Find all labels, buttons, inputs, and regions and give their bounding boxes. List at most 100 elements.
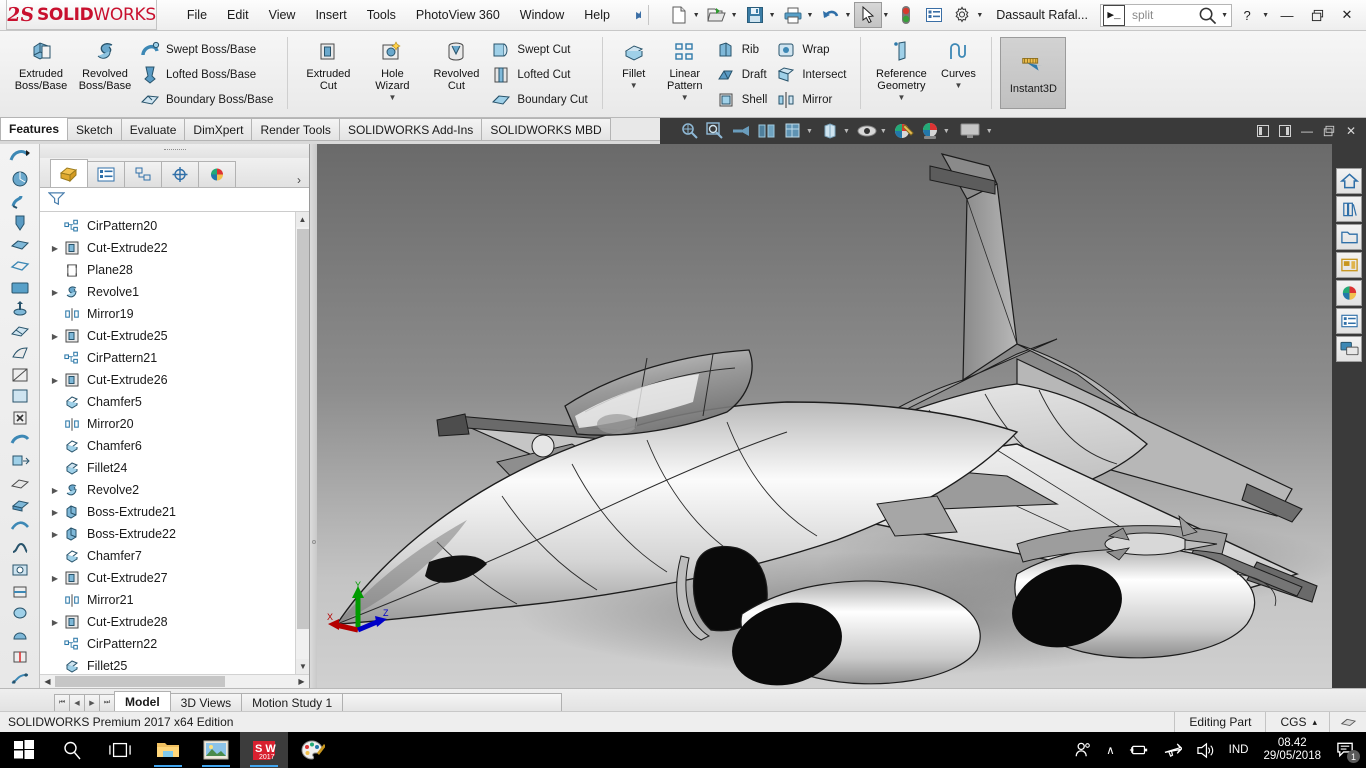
expand-arrow-icon[interactable]: ▶ — [48, 244, 62, 253]
action-center-icon[interactable]: 1 — [1329, 732, 1362, 768]
menu-photoview360[interactable]: PhotoView 360 — [406, 4, 510, 26]
untrim-surface-icon[interactable] — [5, 387, 35, 406]
reference-geometry-button[interactable]: ReferenceGeometry ▼ — [869, 35, 933, 102]
intersect-button[interactable]: Intersect — [773, 62, 852, 87]
tree-item[interactable]: ▶Cut-Extrude25 — [40, 325, 309, 347]
display-manager-tab[interactable] — [198, 161, 236, 187]
tab-motion-study-1[interactable]: Motion Study 1 — [241, 693, 343, 712]
expand-arrow-icon[interactable]: ▶ — [48, 574, 62, 583]
revolved-cut-button[interactable]: RevolvedCut — [424, 35, 488, 92]
indent-icon[interactable] — [5, 561, 35, 580]
first-tab-button[interactable]: ⏮ — [54, 694, 70, 712]
display-style-icon[interactable] — [817, 119, 843, 143]
tree-item[interactable]: ▶Cut-Extrude27 — [40, 567, 309, 589]
tab-3d-views[interactable]: 3D Views — [170, 693, 242, 712]
hole-wizard-dropdown[interactable]: ▼ — [388, 93, 396, 102]
offset-surface-icon[interactable] — [5, 257, 35, 276]
start-button[interactable] — [0, 732, 48, 768]
people-icon[interactable] — [1067, 732, 1099, 768]
tree-item[interactable]: Mirror20 — [40, 413, 309, 435]
revolved-boss-base-button[interactable]: RevolvedBoss/Base — [73, 35, 137, 92]
search-button[interactable] — [48, 732, 96, 768]
graphics-viewport[interactable]: Y X Z — [317, 144, 1332, 688]
hide-show-items-icon[interactable] — [854, 119, 880, 143]
hscroll-left-arrow[interactable]: ◀ — [40, 677, 55, 686]
swept-cut-button[interactable]: Swept Cut — [488, 37, 593, 62]
draft-button[interactable]: Draft — [713, 62, 774, 87]
extruded-surface-icon[interactable] — [5, 213, 35, 232]
fillet-dropdown[interactable]: ▼ — [630, 81, 638, 90]
tile-vertically-button[interactable] — [1274, 120, 1296, 142]
apply-scene-dropdown[interactable]: ▼ — [943, 128, 950, 135]
rib-button[interactable]: Rib — [713, 37, 774, 62]
scroll-down-arrow[interactable]: ▼ — [296, 659, 309, 674]
help-dropdown[interactable]: ▼ — [1262, 12, 1269, 19]
feature-manager-tab[interactable] — [50, 159, 88, 187]
custom-properties-icon[interactable] — [1336, 308, 1362, 334]
expand-arrow-icon[interactable]: ▶ — [48, 618, 62, 627]
extruded-boss-base-button[interactable]: ExtrudedBoss/Base — [9, 35, 73, 92]
print-button[interactable] — [779, 2, 807, 28]
tree-item[interactable]: ▶Boss-Extrude22 — [40, 523, 309, 545]
curve-through-points-icon[interactable] — [5, 669, 35, 688]
trim-surface-icon[interactable] — [5, 365, 35, 384]
tree-item[interactable]: ▶Cut-Extrude22 — [40, 237, 309, 259]
wrap2-icon[interactable] — [5, 604, 35, 623]
lofted-boss-base-button[interactable]: Lofted Boss/Base — [137, 62, 279, 87]
tab-features[interactable]: Features — [0, 117, 68, 140]
select-tool-button[interactable] — [854, 2, 882, 28]
rebuild-button[interactable] — [892, 2, 920, 28]
menu-window[interactable]: Window — [510, 4, 574, 26]
flex-icon[interactable] — [5, 582, 35, 601]
sw-forum-icon[interactable] — [1336, 336, 1362, 362]
appearances-scenes-icon[interactable] — [1336, 280, 1362, 306]
tree-item[interactable]: ▶Revolve1 — [40, 281, 309, 303]
restore-button[interactable] — [1302, 1, 1332, 29]
tab-evaluate[interactable]: Evaluate — [121, 118, 186, 140]
help-button[interactable]: ? — [1232, 1, 1262, 29]
close-button[interactable]: ✕ — [1332, 1, 1362, 29]
tree-item[interactable]: Mirror21 — [40, 589, 309, 611]
scroll-thumb[interactable] — [297, 229, 309, 629]
search-dropdown[interactable]: ▼ — [1221, 12, 1228, 19]
task-view-button[interactable] — [96, 732, 144, 768]
options-dropdown[interactable]: ▼ — [976, 12, 983, 19]
tree-item[interactable]: CirPattern22 — [40, 633, 309, 655]
boundary-cut-button[interactable]: Boundary Cut — [488, 87, 593, 112]
tree-horizontal-scrollbar[interactable]: ◀ ▶ — [40, 674, 309, 688]
menu-help[interactable]: Help — [574, 4, 620, 26]
lofted-surface-icon[interactable] — [5, 191, 35, 210]
tangent-edge-icon[interactable] — [1329, 712, 1366, 733]
ruled-surface-icon[interactable] — [5, 300, 35, 319]
tab-solidworks-mbd[interactable]: SOLIDWORKS MBD — [481, 118, 610, 140]
tree-item[interactable]: Fillet24 — [40, 457, 309, 479]
hole-wizard-button[interactable]: HoleWizard ▼ — [360, 35, 424, 102]
edit-appearance-icon[interactable] — [891, 119, 917, 143]
battery-icon[interactable] — [1122, 732, 1156, 768]
dimxpert-manager-tab[interactable] — [161, 161, 199, 187]
linear-pattern-button[interactable]: LinearPattern ▼ — [657, 35, 713, 102]
swept-boss-base-button[interactable]: Swept Boss/Base — [137, 37, 279, 62]
feature-filter-bar[interactable] — [40, 188, 309, 212]
wrap-button[interactable]: Wrap — [773, 37, 852, 62]
open-document-button[interactable] — [703, 2, 731, 28]
move-face-icon[interactable] — [5, 452, 35, 471]
save-dropdown[interactable]: ▼ — [769, 12, 776, 19]
units-caret[interactable]: ▴ — [1312, 717, 1329, 728]
design-library-icon[interactable] — [1336, 196, 1362, 222]
pushpin-icon[interactable] — [624, 4, 646, 26]
curves-dropdown[interactable]: ▼ — [954, 81, 962, 90]
file-explorer-taskbar[interactable] — [144, 732, 192, 768]
tab-sketch[interactable]: Sketch — [67, 118, 122, 140]
feature-tree-list[interactable]: CirPattern20▶Cut-Extrude22Plane28▶Revolv… — [40, 212, 309, 674]
doc-restore-button[interactable] — [1318, 120, 1340, 142]
tab-model[interactable]: Model — [114, 691, 171, 712]
view-settings-dropdown[interactable]: ▼ — [986, 128, 993, 135]
view-orientation-dropdown[interactable]: ▼ — [806, 128, 813, 135]
new-document-button[interactable] — [665, 2, 693, 28]
deform-icon[interactable] — [5, 539, 35, 558]
sw-resources-home-icon[interactable] — [1336, 168, 1362, 194]
panel-splitter[interactable] — [310, 144, 317, 688]
previous-view-icon[interactable] — [728, 119, 754, 143]
instant3d-button[interactable]: Instant3D — [1000, 37, 1066, 109]
